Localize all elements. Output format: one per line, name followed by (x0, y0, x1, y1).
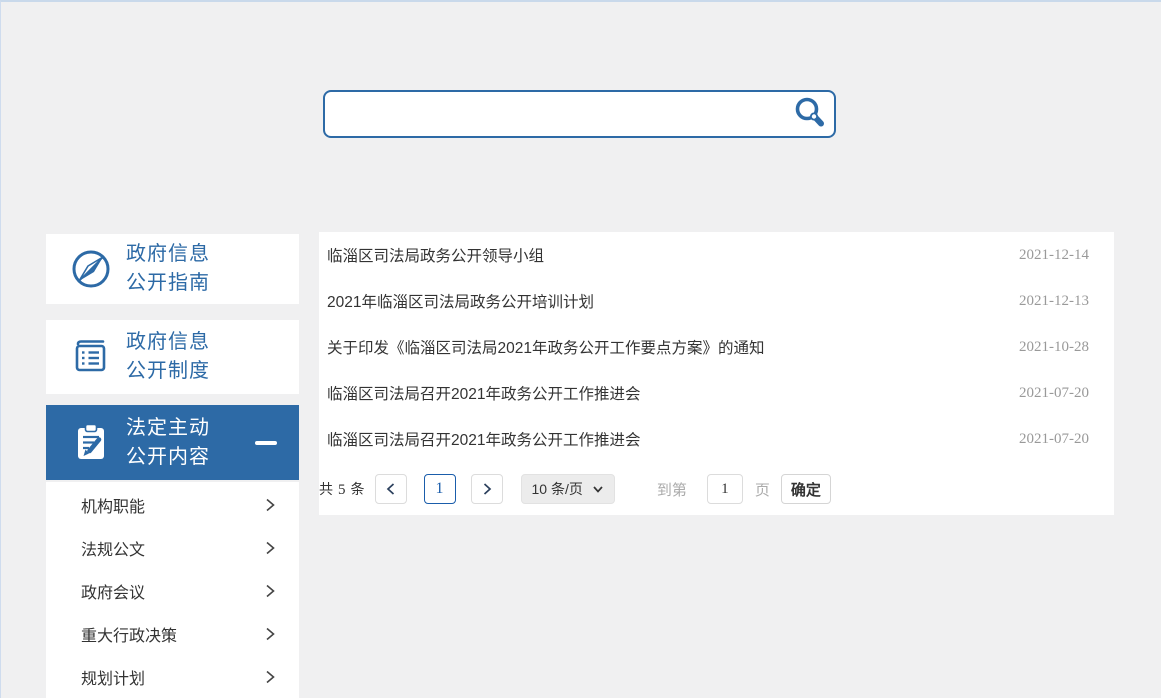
search-bar (323, 90, 836, 138)
sidebar: 政府信息 公开指南 政府信息 公开制度 (46, 234, 299, 698)
chevron-right-icon (263, 497, 277, 513)
next-page-button[interactable] (471, 474, 503, 504)
article-list-panel: 临淄区司法局政务公开领导小组 2021-12-14 2021年临淄区司法局政务公… (319, 232, 1114, 515)
sidebar-item-label: 政府信息 公开制度 (126, 328, 210, 386)
clipboard-pencil-icon (68, 420, 114, 466)
search-icon (791, 95, 829, 133)
chevron-left-icon (385, 482, 397, 496)
page: 政府信息 公开指南 政府信息 公开制度 (0, 0, 1161, 698)
sidebar-item-gov-info-guide[interactable]: 政府信息 公开指南 (46, 234, 299, 304)
sidebar-item-label: 法定主动 公开内容 (126, 414, 210, 472)
article-title-link[interactable]: 临淄区司法局召开2021年政务公开工作推进会 (327, 382, 1019, 404)
total-count-text: 共5条 (319, 479, 365, 499)
current-page-button[interactable]: 1 (424, 474, 456, 504)
search-button[interactable] (786, 93, 834, 135)
sidebar-submenu: 机构职能 法规公文 政府会议 重大行政决策 (46, 482, 299, 698)
confirm-button[interactable]: 确定 (781, 474, 831, 504)
article-title-link[interactable]: 临淄区司法局政务公开领导小组 (327, 244, 1019, 266)
article-title-link[interactable]: 临淄区司法局召开2021年政务公开工作推进会 (327, 428, 1019, 450)
submenu-item-label: 重大行政决策 (81, 622, 177, 646)
sidebar-item-statutory-disclosure[interactable]: 法定主动 公开内容 (46, 405, 299, 480)
total-count-number: 5 (338, 482, 346, 498)
article-date: 2021-10-28 (1019, 339, 1089, 356)
search-input[interactable] (325, 92, 786, 136)
sidebar-item-label: 政府信息 公开指南 (126, 240, 210, 298)
prev-page-button[interactable] (375, 474, 407, 504)
chevron-right-icon (263, 583, 277, 599)
page-unit-label: 页 (755, 479, 770, 500)
submenu-item-label: 机构职能 (81, 493, 145, 517)
article-date: 2021-07-20 (1019, 431, 1089, 448)
list-item[interactable]: 临淄区司法局政务公开领导小组 2021-12-14 (319, 232, 1114, 278)
article-date: 2021-07-20 (1019, 385, 1089, 402)
jump-to-page-label: 到第 (657, 479, 687, 500)
sidebar-item-gov-info-system[interactable]: 政府信息 公开制度 (46, 320, 299, 394)
article-title-link[interactable]: 关于印发《临淄区司法局2021年政务公开工作要点方案》的通知 (327, 336, 1019, 358)
article-date: 2021-12-13 (1019, 293, 1089, 310)
article-title-link[interactable]: 2021年临淄区司法局政务公开培训计划 (327, 290, 1019, 312)
submenu-item-gov-meetings[interactable]: 政府会议 (46, 570, 299, 613)
submenu-item-label: 政府会议 (81, 579, 145, 603)
submenu-item-regulations[interactable]: 法规公文 (46, 527, 299, 570)
page-size-label: 10 条/页 (532, 479, 583, 499)
chevron-down-icon (592, 484, 604, 494)
list-item[interactable]: 关于印发《临淄区司法局2021年政务公开工作要点方案》的通知 2021-10-2… (319, 324, 1114, 370)
submenu-item-org-functions[interactable]: 机构职能 (46, 484, 299, 527)
submenu-item-planning[interactable]: 规划计划 (46, 655, 299, 698)
list-item[interactable]: 临淄区司法局召开2021年政务公开工作推进会 2021-07-20 (319, 370, 1114, 416)
document-list-icon (68, 334, 114, 380)
chevron-right-icon (263, 540, 277, 556)
page-size-dropdown[interactable]: 10 条/页 (521, 474, 615, 504)
chevron-right-icon (481, 482, 493, 496)
jump-page-input[interactable] (707, 474, 743, 504)
compass-icon (68, 246, 114, 292)
chevron-right-icon (263, 669, 277, 685)
list-item[interactable]: 2021年临淄区司法局政务公开培训计划 2021-12-13 (319, 278, 1114, 324)
article-date: 2021-12-14 (1019, 247, 1089, 264)
submenu-item-label: 规划计划 (81, 665, 145, 689)
list-item[interactable]: 临淄区司法局召开2021年政务公开工作推进会 2021-07-20 (319, 416, 1114, 462)
submenu-item-label: 法规公文 (81, 536, 145, 560)
pagination-bar: 共5条 1 10 条/页 到第 页 确定 (319, 474, 1114, 504)
submenu-item-major-decisions[interactable]: 重大行政决策 (46, 612, 299, 655)
collapse-minus-icon (255, 441, 277, 445)
chevron-right-icon (263, 626, 277, 642)
